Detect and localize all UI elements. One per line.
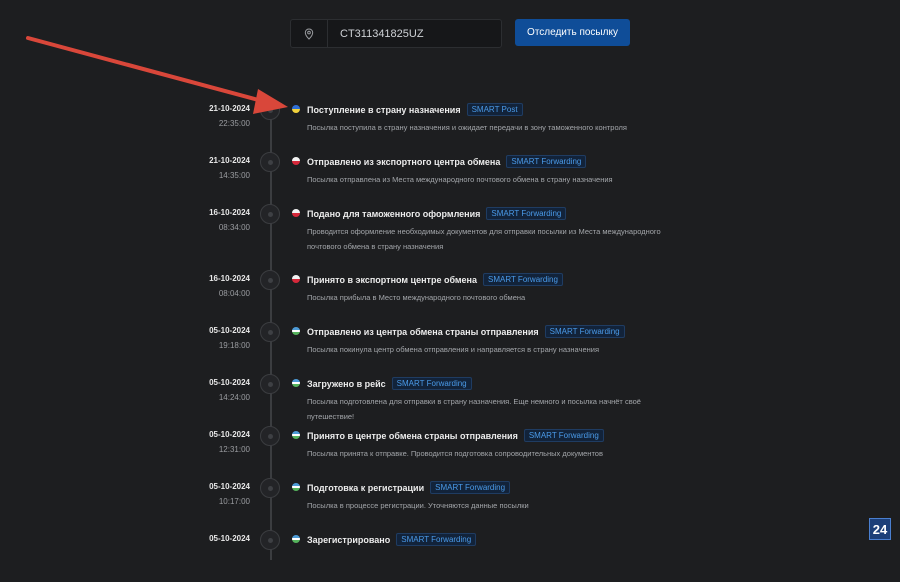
site-logo: 24 bbox=[869, 518, 891, 540]
annotation-arrow bbox=[26, 36, 288, 114]
